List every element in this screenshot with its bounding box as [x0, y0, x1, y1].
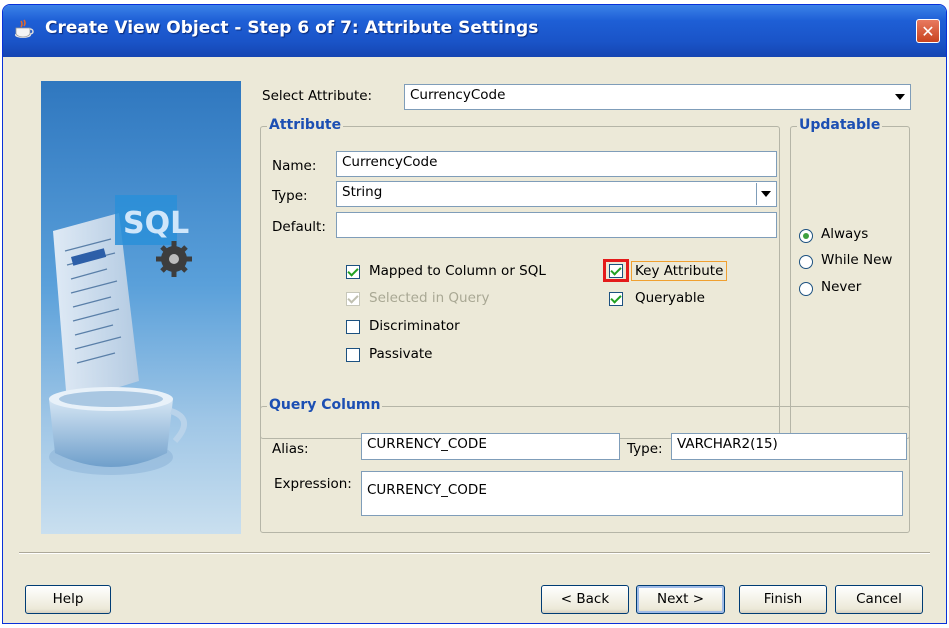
- key-attribute-checkbox[interactable]: [609, 264, 623, 278]
- name-field[interactable]: CurrencyCode: [336, 151, 777, 177]
- expression-field[interactable]: CURRENCY_CODE: [361, 471, 903, 516]
- alias-field[interactable]: CURRENCY_CODE: [361, 433, 620, 460]
- mapped-label: Mapped to Column or SQL: [369, 263, 546, 279]
- radio-always[interactable]: [799, 229, 813, 243]
- radio-while-new[interactable]: [799, 255, 813, 269]
- coffee-cup-icon: [15, 19, 34, 38]
- attribute-group-title: Attribute: [267, 117, 344, 133]
- name-label: Name:: [272, 158, 317, 174]
- radio-always-label: Always: [821, 226, 869, 242]
- selected-in-query-checkbox: [346, 292, 360, 306]
- chevron-down-icon[interactable]: [891, 86, 909, 108]
- chevron-down-icon[interactable]: [756, 183, 775, 205]
- sql-label: SQL: [123, 206, 189, 241]
- next-button[interactable]: Next >: [636, 585, 725, 614]
- query-type-label: Type:: [627, 441, 663, 457]
- radio-never[interactable]: [799, 282, 813, 296]
- wizard-graphic: SQL: [49, 195, 192, 475]
- select-attribute-value: CurrencyCode: [410, 87, 506, 103]
- select-attribute-dropdown[interactable]: CurrencyCode: [404, 84, 911, 110]
- type-label: Type:: [272, 188, 308, 204]
- key-attribute-label: Key Attribute: [631, 261, 728, 281]
- radio-while-new-label: While New: [821, 252, 893, 268]
- button-separator: [19, 552, 930, 554]
- query-column-group-title: Query Column: [267, 397, 383, 413]
- discriminator-label: Discriminator: [369, 318, 460, 334]
- finish-button[interactable]: Finish: [739, 585, 827, 614]
- back-button[interactable]: < Back: [541, 585, 629, 614]
- selected-in-query-label: Selected in Query: [369, 290, 490, 306]
- default-field[interactable]: [336, 212, 777, 238]
- mapped-checkbox[interactable]: [346, 265, 360, 279]
- passivate-checkbox[interactable]: [346, 348, 360, 362]
- select-attribute-label: Select Attribute:: [262, 88, 373, 104]
- close-icon: ✕: [921, 22, 935, 41]
- cancel-button[interactable]: Cancel: [835, 585, 923, 614]
- dialog-window: Create View Object - Step 6 of 7: Attrib…: [2, 4, 947, 624]
- help-button[interactable]: Help: [25, 585, 111, 614]
- default-label: Default:: [272, 219, 326, 235]
- dialog-client: SQL Select Attribute: CurrencyCode Attri…: [3, 57, 946, 623]
- radio-never-label: Never: [821, 279, 862, 295]
- type-dropdown[interactable]: String: [336, 181, 777, 207]
- queryable-label: Queryable: [635, 290, 705, 306]
- expression-label: Expression:: [274, 476, 352, 492]
- alias-label: Alias:: [272, 441, 309, 457]
- wizard-illustration: SQL: [41, 81, 241, 534]
- window-title: Create View Object - Step 6 of 7: Attrib…: [45, 18, 539, 38]
- updatable-group-title: Updatable: [797, 117, 883, 133]
- discriminator-checkbox[interactable]: [346, 320, 360, 334]
- query-type-field[interactable]: VARCHAR2(15): [671, 433, 907, 460]
- queryable-checkbox[interactable]: [609, 292, 623, 306]
- type-value: String: [342, 184, 383, 200]
- title-bar[interactable]: Create View Object - Step 6 of 7: Attrib…: [3, 5, 946, 57]
- close-button[interactable]: ✕: [916, 19, 940, 43]
- passivate-label: Passivate: [369, 346, 433, 362]
